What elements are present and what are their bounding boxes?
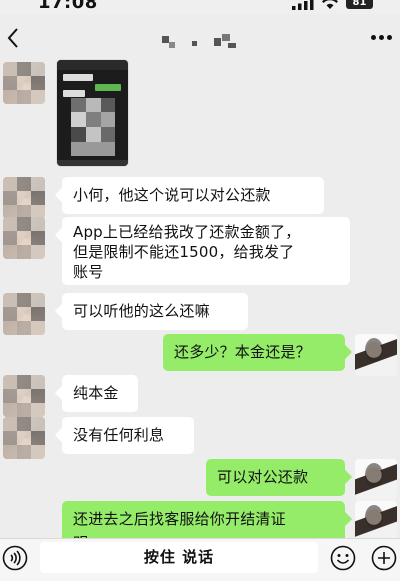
wifi-icon bbox=[320, 0, 340, 9]
status-time: 17:08 bbox=[38, 0, 98, 13]
message-bubble-incoming: 纯本金 bbox=[62, 375, 138, 412]
my-avatar[interactable] bbox=[355, 334, 397, 376]
status-bar: 17:08 81 bbox=[0, 0, 400, 14]
plus-icon[interactable] bbox=[371, 545, 397, 571]
contact-avatar[interactable] bbox=[3, 375, 45, 417]
contact-avatar[interactable] bbox=[3, 217, 45, 259]
my-avatar[interactable] bbox=[355, 459, 397, 501]
message-bubble-incoming: App上已经给我改了还款金额了， 但是限制不能还1500，给我发了 账号 bbox=[62, 217, 350, 285]
emoji-icon[interactable] bbox=[330, 545, 356, 571]
battery-icon: 81 bbox=[346, 0, 373, 9]
chat-header bbox=[0, 14, 400, 62]
contact-avatar[interactable] bbox=[3, 177, 45, 219]
message-bubble-incoming: 小何，他这个说可以对公还款 bbox=[62, 177, 324, 214]
hold-to-talk-button[interactable]: 按住 说话 bbox=[40, 542, 318, 573]
message-bubble-outgoing: 可以对公还款 bbox=[206, 459, 345, 496]
message-bubble-outgoing: 还多少？本金还是？ bbox=[163, 334, 345, 371]
contact-avatar[interactable] bbox=[3, 62, 45, 104]
message-bubble-incoming: 没有任何利息 bbox=[62, 417, 194, 454]
chat-title-redacted bbox=[162, 34, 242, 48]
message-bubble-incoming: 可以听他的这么还嘛 bbox=[62, 293, 248, 330]
input-bar: 按住 说话 bbox=[0, 538, 400, 581]
my-avatar[interactable] bbox=[355, 501, 397, 543]
contact-avatar[interactable] bbox=[3, 293, 45, 335]
more-icon[interactable] bbox=[371, 35, 393, 41]
signal-icon bbox=[292, 0, 314, 10]
image-message[interactable] bbox=[57, 60, 128, 166]
back-icon[interactable] bbox=[6, 27, 20, 49]
contact-avatar[interactable] bbox=[3, 417, 45, 459]
voice-icon[interactable] bbox=[2, 545, 28, 571]
